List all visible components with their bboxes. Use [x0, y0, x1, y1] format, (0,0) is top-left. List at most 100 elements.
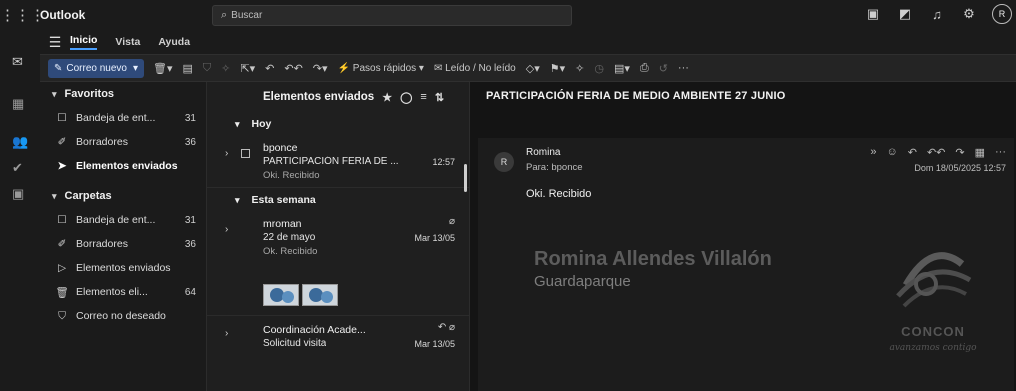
- list-title: Elementos enviados: [263, 91, 375, 103]
- message-preview: Ok. Recibido: [263, 246, 318, 257]
- folder-item-inbox[interactable]: ☐ Bandeja de ent... 31: [40, 208, 206, 232]
- tab-inicio[interactable]: Inicio: [70, 34, 98, 50]
- emoji-icon[interactable]: ☺: [886, 146, 897, 159]
- trash-icon: 🗑: [55, 286, 69, 299]
- unread-count: 31: [184, 214, 196, 226]
- app-rail: ✉ ▦ 👥 ✔ ▣: [0, 30, 40, 391]
- todo-icon[interactable]: ✔: [12, 160, 23, 176]
- tag-icon[interactable]: ◇▾: [526, 62, 540, 75]
- search-input[interactable]: ⌕ Buscar: [212, 5, 572, 26]
- quick-steps-label: Pasos rápidos: [352, 62, 417, 74]
- logo-tagline: avanzamos contigo: [889, 343, 977, 353]
- folder-item-sent[interactable]: ▷ Elementos enviados: [40, 256, 206, 280]
- list-item[interactable]: › bponce PARTICIPACIÓN FERIA DE ... 12:5…: [207, 136, 469, 188]
- chevron-right-icon[interactable]: ›: [225, 224, 228, 235]
- app-title[interactable]: Outlook: [40, 8, 85, 22]
- avatar[interactable]: R: [992, 4, 1012, 24]
- pin-icon[interactable]: ✧: [575, 62, 584, 75]
- avatar[interactable]: R: [494, 152, 514, 172]
- report-icon[interactable]: ⛉: [203, 62, 211, 75]
- fav-item-inbox[interactable]: ☐ Bandeja de ent... 31: [40, 106, 206, 130]
- flag-icon[interactable]: ⚑▾: [550, 62, 565, 75]
- reply-icon[interactable]: ↶: [908, 146, 917, 159]
- group-this-week[interactable]: ▾ Esta semana: [207, 188, 469, 212]
- tab-vista[interactable]: Vista: [115, 36, 140, 48]
- filter-icon[interactable]: ≡: [420, 91, 426, 103]
- list-item[interactable]: › mroman ⌀ 22 de mayo Mar 13/05 Ok. Reci…: [207, 212, 469, 316]
- sweep-icon[interactable]: ✧: [221, 62, 230, 75]
- more-icon[interactable]: ···: [678, 62, 689, 74]
- attachment-thumbnail[interactable]: [302, 284, 338, 306]
- attachment-thumbnails[interactable]: [263, 284, 338, 306]
- app-launcher-icon[interactable]: ⋮⋮⋮: [0, 6, 45, 24]
- select-icon[interactable]: ◯: [400, 91, 412, 104]
- message-date: 12:57: [432, 157, 455, 167]
- gear-icon[interactable]: ⚙: [960, 6, 978, 22]
- chevron-right-icon[interactable]: ›: [225, 148, 228, 159]
- app-icon[interactable]: ▣: [864, 6, 882, 22]
- group-label: Hoy: [251, 118, 272, 130]
- folders-label: Carpetas: [64, 190, 112, 202]
- undo-icon[interactable]: ↺: [659, 62, 668, 75]
- tab-ayuda[interactable]: Ayuda: [158, 36, 190, 48]
- folder-item-drafts[interactable]: ✐ Borradores 36: [40, 232, 206, 256]
- chevron-down-icon: ▾: [52, 190, 57, 201]
- list-item[interactable]: › Coordinación Acade... ↶ ⌀ Solicitud vi…: [207, 316, 469, 356]
- chevron-down-icon[interactable]: ▾: [133, 63, 138, 74]
- hamburger-icon[interactable]: ☰: [40, 34, 70, 51]
- new-mail-button[interactable]: ✎ Correo nuevo ▾: [48, 58, 145, 78]
- apps-icon[interactable]: ▦: [975, 146, 985, 159]
- folders-header[interactable]: ▾ Carpetas: [40, 184, 206, 208]
- delete-icon[interactable]: 🗑▾: [153, 62, 173, 75]
- read-unread-button[interactable]: ✉ Leído / No leído: [434, 63, 516, 74]
- bell-icon[interactable]: ♫: [928, 7, 946, 22]
- chevron-down-icon: ▾: [235, 194, 240, 205]
- print-icon[interactable]: ⎙: [640, 62, 649, 75]
- message-preview: Oki. Recibido: [263, 170, 320, 181]
- reply-all-icon[interactable]: ↶↶: [284, 62, 302, 75]
- message-subject: Solicitud visita: [263, 338, 327, 349]
- message-list: Elementos enviados ★ ◯ ≡ ⇅ ▾ Hoy › bponc…: [206, 82, 470, 391]
- scrollbar[interactable]: [464, 164, 467, 192]
- quick-steps-button[interactable]: ⚡ Pasos rápidos ▾: [338, 63, 424, 74]
- move-icon[interactable]: ⇱▾: [240, 62, 255, 75]
- sort-icon[interactable]: ⇅: [435, 91, 444, 104]
- sender-name[interactable]: Romina: [526, 147, 560, 158]
- logo-text: CONCON: [901, 324, 965, 339]
- select-checkbox[interactable]: [241, 149, 250, 158]
- folder-label: Elementos enviados: [76, 262, 171, 274]
- rules-icon[interactable]: ▤▾: [614, 62, 630, 75]
- mail-icon[interactable]: ✉: [12, 54, 23, 70]
- folder-label: Bandeja de ent...: [76, 112, 156, 124]
- forward-icon[interactable]: ↷: [955, 146, 964, 159]
- people-icon[interactable]: 👥: [12, 134, 28, 150]
- favorites-header[interactable]: ▾ Favoritos: [40, 82, 206, 106]
- chevron-right-icon[interactable]: ›: [225, 328, 228, 339]
- apps-icon[interactable]: ▣: [12, 186, 24, 202]
- folder-item-deleted[interactable]: 🗑 Elementos eli... 64: [40, 280, 206, 304]
- group-today[interactable]: ▾ Hoy: [207, 112, 469, 136]
- top-bar: ⋮⋮⋮ Outlook ⌕ Buscar ▣ ◩ ♫ ⚙ R: [0, 0, 1016, 30]
- message-sender: bponce: [263, 142, 298, 154]
- message-body: Oki. Recibido: [526, 188, 592, 200]
- inbox-icon: ☐: [57, 112, 67, 124]
- message-date: Mar 13/05: [414, 339, 455, 349]
- reply-icon[interactable]: ↶: [265, 62, 274, 75]
- fav-item-sent[interactable]: ➤ Elementos enviados: [40, 154, 206, 178]
- fav-item-drafts[interactable]: ✐ Borradores 36: [40, 130, 206, 154]
- calendar-icon[interactable]: ▦: [12, 96, 24, 112]
- send-icon: ▷: [57, 262, 67, 274]
- star-icon[interactable]: ★: [382, 91, 392, 104]
- chat-icon[interactable]: ◩: [896, 6, 914, 22]
- folder-label: Borradores: [76, 238, 128, 250]
- folder-item-junk[interactable]: ⛉ Correo no deseado: [40, 304, 206, 328]
- reply-all-icon[interactable]: ↶↶: [927, 146, 945, 159]
- unread-count: 31: [184, 112, 196, 124]
- translate-icon[interactable]: »: [870, 146, 876, 159]
- more-icon[interactable]: ···: [995, 146, 1006, 159]
- chevron-down-icon: ▾: [52, 88, 57, 99]
- forward-icon[interactable]: ↷▾: [313, 62, 328, 75]
- archive-icon[interactable]: ▤: [183, 62, 193, 75]
- clock-icon[interactable]: ◷: [594, 62, 604, 75]
- attachment-thumbnail[interactable]: [263, 284, 299, 306]
